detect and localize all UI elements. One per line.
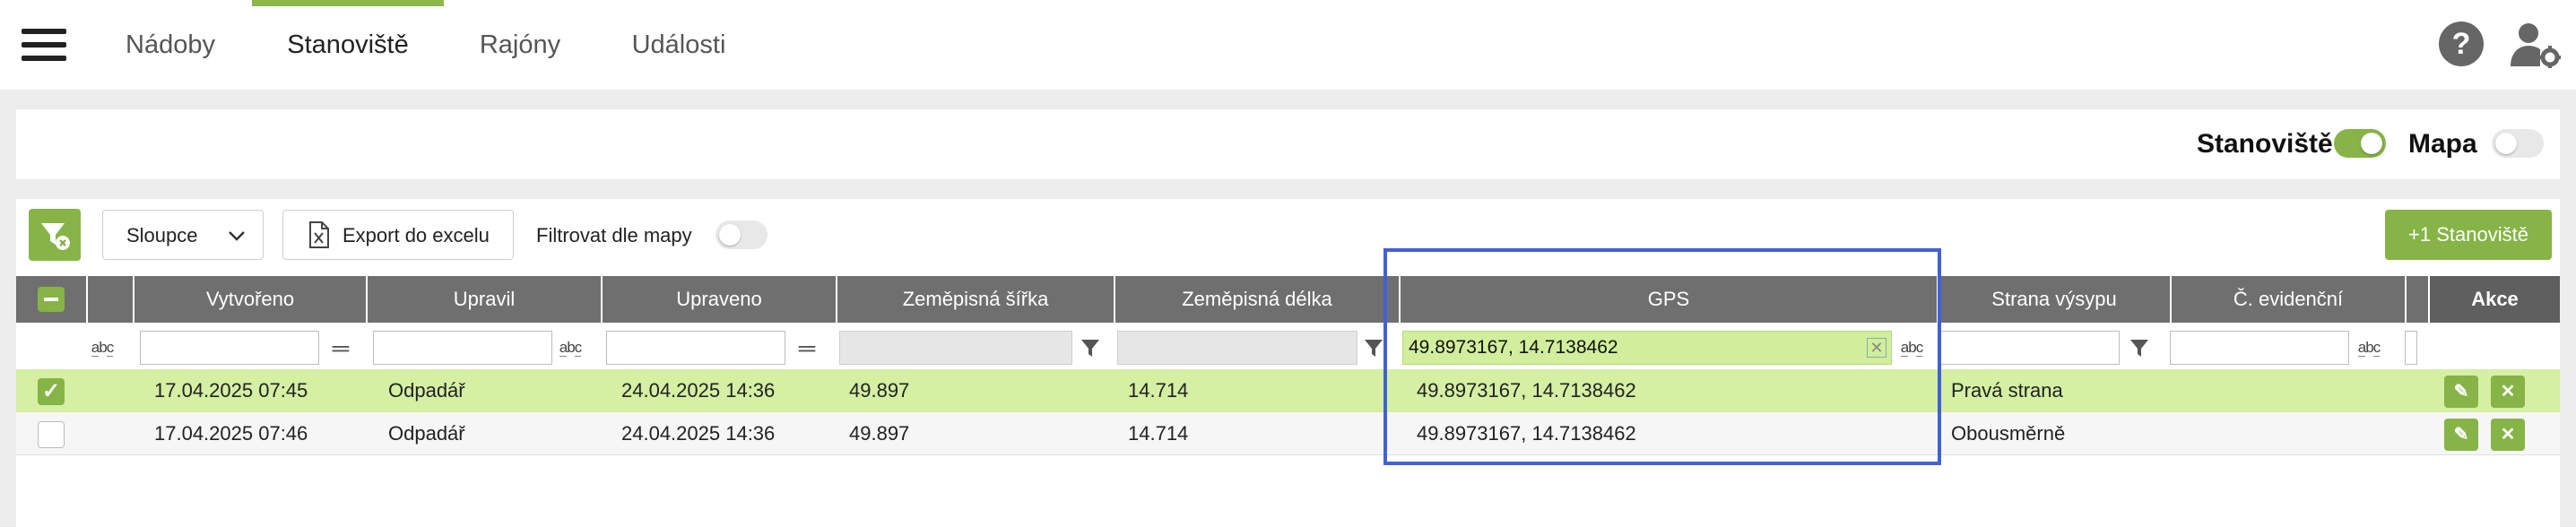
columns-label: Sloupce <box>126 224 198 246</box>
user-settings-icon[interactable] <box>2511 22 2561 68</box>
clear-filter-button[interactable] <box>29 209 81 261</box>
filter-by-map-label: Filtrovat dle mapy <box>536 224 692 246</box>
tab-label: Události <box>631 30 726 59</box>
select-all-checkbox[interactable] <box>38 287 65 312</box>
edit-icon[interactable]: ✎ <box>2444 419 2478 451</box>
cell-delka: 14.714 <box>1128 379 1189 402</box>
funnel-filter-icon[interactable] <box>1361 335 1386 360</box>
active-tab-indicator <box>252 0 444 6</box>
tab-rajony[interactable]: Rajóny <box>472 0 568 90</box>
cell-vytvoreno: 17.04.2025 07:46 <box>154 422 308 445</box>
tab-stanoviste[interactable]: Stanoviště <box>252 0 444 90</box>
text-filter-icon[interactable]: abc <box>90 335 115 360</box>
equals-filter-icon[interactable]: ═ <box>794 335 820 360</box>
table-row[interactable]: ✓ 17.04.2025 07:45 Odpadář 24.04.2025 14… <box>16 369 2560 412</box>
cell-gps: 49.8973167, 14.7138462 <box>1417 379 1636 402</box>
column-header-gps[interactable]: GPS <box>1401 276 1939 323</box>
tab-label: Nádoby <box>126 30 215 59</box>
column-header-sirka[interactable]: Zeměpisná šířka <box>837 276 1115 323</box>
row-checkbox[interactable] <box>38 421 65 448</box>
equals-filter-icon[interactable]: ═ <box>328 335 353 360</box>
cell-upravil: Odpadář <box>388 379 465 402</box>
cell-upravil: Odpadář <box>388 422 465 445</box>
filter-input-gps[interactable]: 49.8973167, 14.7138462 <box>1402 331 1892 365</box>
table-row[interactable]: 17.04.2025 07:46 Odpadář 24.04.2025 14:3… <box>16 412 2560 455</box>
export-excel-button[interactable]: Export do excelu <box>282 210 514 260</box>
cell-sirka: 49.897 <box>849 379 910 402</box>
filter-input-upraveno[interactable] <box>606 331 785 365</box>
menu-icon[interactable] <box>22 29 66 61</box>
column-header-delka[interactable]: Zeměpisná délka <box>1115 276 1401 323</box>
column-header-cislo-evidencni[interactable]: Č. evidenční <box>2172 276 2407 323</box>
filter-input-upravil[interactable] <box>373 331 552 365</box>
filter-by-map-toggle[interactable] <box>716 220 768 249</box>
help-icon[interactable]: ? <box>2439 22 2484 66</box>
filter-input-vytvoreno[interactable] <box>140 331 319 365</box>
table-filter-row: abc ═ abc ═ 49.8973167, 14.7138462 ✕ abc… <box>16 323 2560 369</box>
row-number-header <box>88 276 134 323</box>
cell-strana-vysypu: Pravá strana <box>1951 379 2063 402</box>
chevron-down-icon <box>229 231 245 241</box>
column-header-upraveno[interactable]: Upraveno <box>603 276 837 323</box>
clear-input-icon[interactable]: ✕ <box>1867 338 1886 358</box>
filter-clear-icon <box>41 223 70 250</box>
text-filter-icon[interactable]: abc <box>1899 335 1924 360</box>
table-header: Vytvořeno Upravil Upraveno Zeměpisná šíř… <box>16 276 2560 323</box>
stanoviste-view-label: Stanoviště <box>2197 129 2333 159</box>
cell-strana-vysypu: Obousměrně <box>1951 422 2066 445</box>
column-header-strana-vysypu[interactable]: Strana výsypu <box>1939 276 2172 323</box>
stanoviste-view-toggle[interactable] <box>2334 129 2386 158</box>
text-filter-icon[interactable]: abc <box>558 335 583 360</box>
cell-gps: 49.8973167, 14.7138462 <box>1417 422 1636 445</box>
select-all-cell <box>16 276 88 323</box>
tab-label: Stanoviště <box>287 30 409 59</box>
mapa-view-label: Mapa <box>2408 129 2477 159</box>
table-panel: Sloupce Export do excelu Filtrovat dle m… <box>16 199 2560 527</box>
cell-sirka: 49.897 <box>849 422 910 445</box>
filter-input-sirka[interactable] <box>839 331 1072 365</box>
tab-udalosti[interactable]: Události <box>620 0 737 90</box>
cell-delka: 14.714 <box>1128 422 1189 445</box>
text-filter-icon[interactable]: abc <box>2356 335 2381 360</box>
top-navigation: Nádoby Stanoviště Rajóny Události ? <box>0 0 2576 90</box>
tab-nadoby[interactable]: Nádoby <box>115 0 226 90</box>
cell-upraveno: 24.04.2025 14:36 <box>621 379 776 402</box>
edit-icon[interactable]: ✎ <box>2444 376 2478 408</box>
funnel-filter-icon[interactable] <box>2127 335 2152 360</box>
filter-input-strana-vysypu[interactable] <box>1940 331 2120 365</box>
cell-vytvoreno: 17.04.2025 07:45 <box>154 379 308 402</box>
column-header-upravil[interactable]: Upravil <box>368 276 603 323</box>
column-header-akce: Akce <box>2430 276 2560 323</box>
filter-input-hidden[interactable] <box>2405 331 2417 365</box>
view-toggle-bar: Stanoviště Mapa <box>16 109 2560 179</box>
filter-input-delka[interactable] <box>1117 331 1357 365</box>
add-stanoviste-button[interactable]: +1 Stanoviště <box>2385 210 2552 260</box>
excel-file-icon <box>309 221 329 248</box>
funnel-filter-icon[interactable] <box>1078 335 1103 360</box>
columns-dropdown[interactable]: Sloupce <box>102 210 264 260</box>
row-checkbox[interactable]: ✓ <box>38 378 65 405</box>
delete-icon[interactable]: ✕ <box>2491 419 2525 451</box>
filter-input-cislo-evidencni[interactable] <box>2170 331 2349 365</box>
column-header-vytvoreno[interactable]: Vytvořeno <box>134 276 368 323</box>
delete-icon[interactable]: ✕ <box>2491 376 2525 408</box>
mapa-view-toggle[interactable] <box>2492 129 2544 158</box>
column-header-hidden <box>2407 276 2430 323</box>
cell-upraveno: 24.04.2025 14:36 <box>621 422 776 445</box>
export-label: Export do excelu <box>343 224 490 246</box>
tab-label: Rajóny <box>479 30 561 59</box>
